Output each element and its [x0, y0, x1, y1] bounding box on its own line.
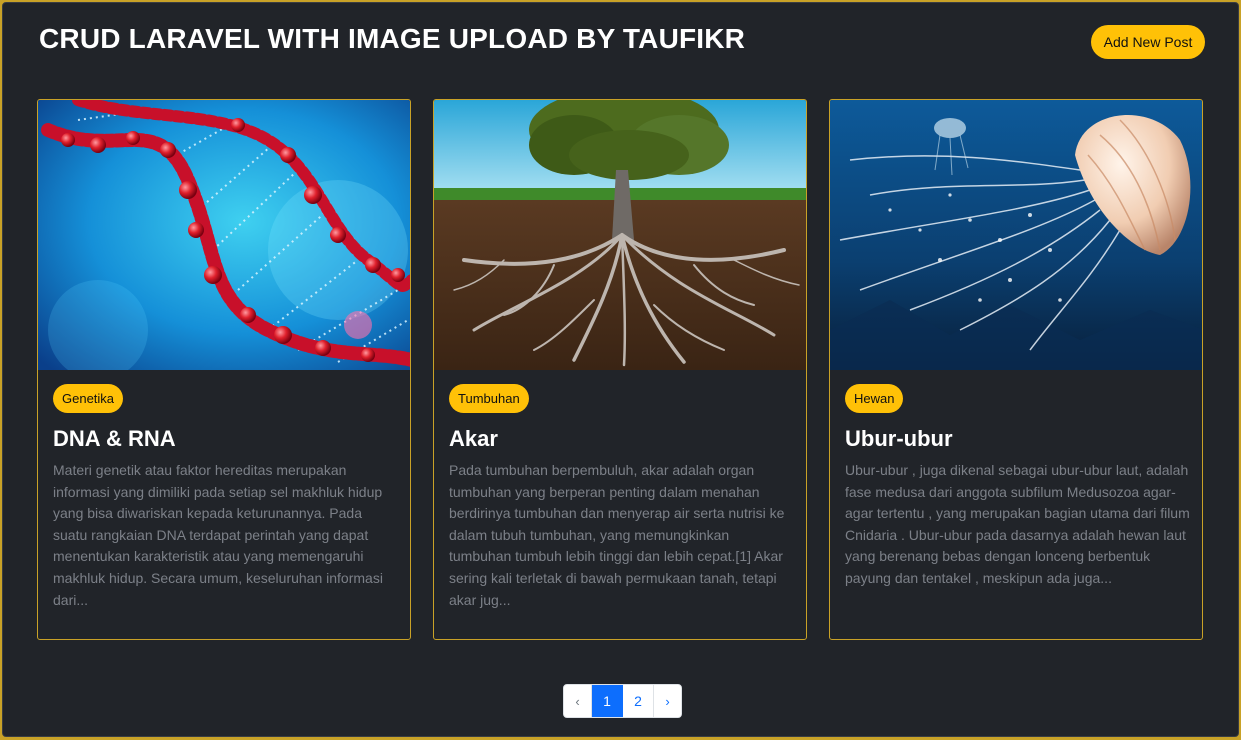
- post-title[interactable]: Akar: [449, 426, 498, 452]
- add-new-post-button[interactable]: Add New Post: [1091, 25, 1205, 59]
- post-excerpt: Pada tumbuhan berpembuluh, akar adalah o…: [449, 462, 785, 608]
- pagination: ‹ 1 2 ›: [563, 684, 682, 718]
- post-excerpt: Materi genetik atau faktor hereditas mer…: [53, 462, 383, 608]
- page-2-button[interactable]: 2: [623, 685, 654, 717]
- post-card[interactable]: Hewan Ubur-ubur Ubur-ubur , juga dikenal…: [829, 99, 1203, 640]
- page-1-button[interactable]: 1: [592, 685, 623, 717]
- page-title: CRUD LARAVEL WITH IMAGE UPLOAD BY TAUFIK…: [39, 23, 746, 54]
- next-page-button[interactable]: ›: [654, 685, 681, 717]
- page-container: CRUD LARAVEL WITH IMAGE UPLOAD BY TAUFIK…: [2, 2, 1239, 737]
- tree-roots-image: [434, 100, 806, 370]
- dna-helix-image: [38, 100, 410, 370]
- category-badge: Tumbuhan: [449, 384, 529, 413]
- post-excerpt: Ubur-ubur , juga dikenal sebagai ubur-ub…: [845, 462, 1190, 586]
- prev-page-button[interactable]: ‹: [564, 685, 592, 717]
- post-card[interactable]: Tumbuhan Akar Pada tumbuhan berpembuluh,…: [433, 99, 807, 640]
- post-card[interactable]: Genetika DNA & RNA Materi genetik atau f…: [37, 99, 411, 640]
- post-title[interactable]: DNA & RNA: [53, 426, 176, 452]
- category-badge: Hewan: [845, 384, 904, 413]
- category-badge: Genetika: [53, 384, 124, 413]
- jellyfish-image: [830, 100, 1202, 370]
- post-title[interactable]: Ubur-ubur: [845, 426, 953, 452]
